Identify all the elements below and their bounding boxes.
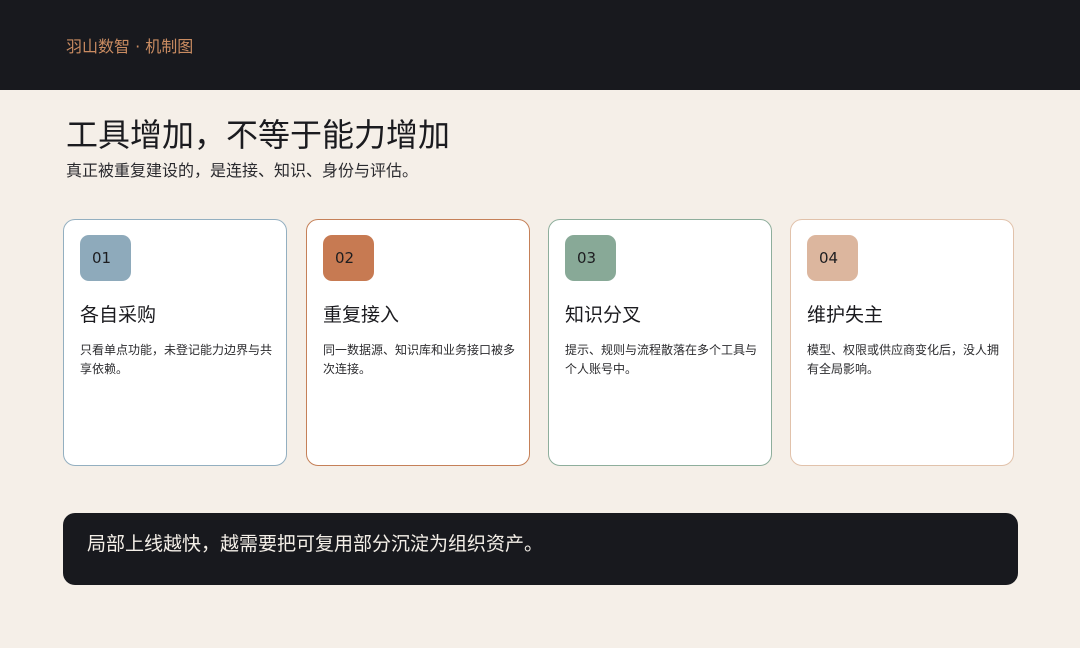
summary-banner: 局部上线越快，越需要把可复用部分沉淀为组织资产。 <box>63 513 1018 585</box>
card-title: 重复接入 <box>323 304 400 326</box>
card-description: 只看单点功能，未登记能力边界与共享依赖。 <box>80 343 273 376</box>
card-1: 01 各自采购 只看单点功能，未登记能力边界与共享依赖。 <box>63 219 287 466</box>
card-title: 知识分叉 <box>565 304 642 326</box>
page-title: 工具增加，不等于能力增加 <box>66 116 451 154</box>
card-title: 维护失主 <box>807 304 884 326</box>
card-3: 03 知识分叉 提示、规则与流程散落在多个工具与个人账号中。 <box>548 219 772 466</box>
summary-text: 局部上线越快，越需要把可复用部分沉淀为组织资产。 <box>87 533 544 555</box>
page-subtitle: 真正被重复建设的，是连接、知识、身份与评估。 <box>66 161 419 180</box>
card-4: 04 维护失主 模型、权限或供应商变化后，没人拥有全局影响。 <box>790 219 1014 466</box>
top-bar: 羽山数智 · 机制图 <box>0 0 1080 90</box>
card-2: 02 重复接入 同一数据源、知识库和业务接口被多次连接。 <box>306 219 530 466</box>
card-description: 同一数据源、知识库和业务接口被多次连接。 <box>323 343 516 376</box>
card-description: 模型、权限或供应商变化后，没人拥有全局影响。 <box>807 343 1000 376</box>
card-number-badge: 01 <box>80 235 131 281</box>
card-number-badge: 02 <box>323 235 374 281</box>
card-number-badge: 03 <box>565 235 616 281</box>
card-number-badge: 04 <box>807 235 858 281</box>
brand-label: 羽山数智 · 机制图 <box>66 37 194 56</box>
card-description: 提示、规则与流程散落在多个工具与个人账号中。 <box>565 343 758 376</box>
card-title: 各自采购 <box>80 304 157 326</box>
